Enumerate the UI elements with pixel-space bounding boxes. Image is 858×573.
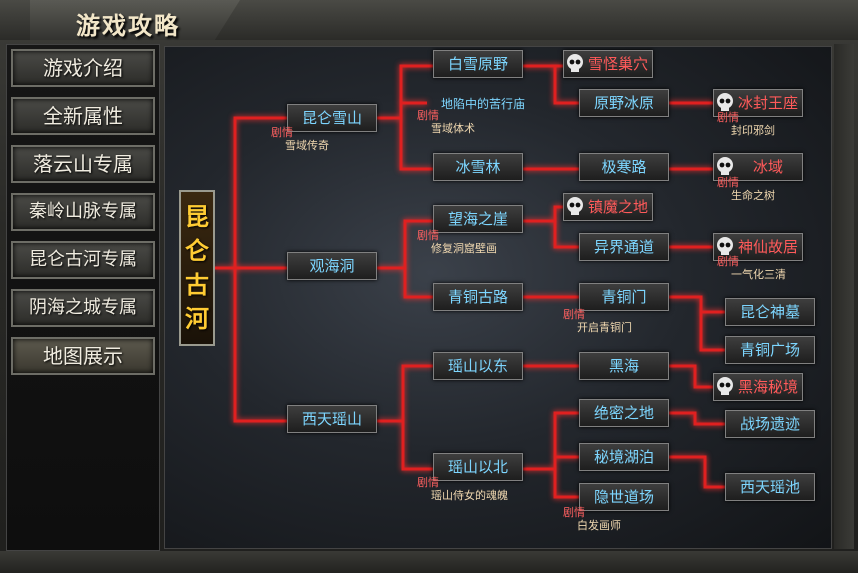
plot-tag: 剧情 xyxy=(271,126,293,139)
skull-icon xyxy=(717,377,733,395)
skull-icon xyxy=(717,93,733,111)
page-title: 游戏攻略 xyxy=(76,11,180,40)
sidebar: 游戏介绍 全新属性 落云山专属 秦岭山脉专属 昆仑古河专属 阴海之城专属 地图展… xyxy=(6,44,160,551)
skull-icon xyxy=(567,54,583,72)
node-baixue-yuanye[interactable]: 白雪原野 xyxy=(433,50,523,78)
node-yijie-tongdao[interactable]: 异界通道 xyxy=(579,233,669,261)
node-yinshi-daochang[interactable]: 隐世道场 xyxy=(579,483,669,511)
node-bingxue-lin[interactable]: 冰雪林 xyxy=(433,153,523,181)
node-dixian-kuxing[interactable]: 地陷中的苦行庙 xyxy=(427,91,539,119)
node-yaoshan-yidong[interactable]: 瑶山以东 xyxy=(433,352,523,380)
node-guanhai-dong[interactable]: 观海洞 xyxy=(287,252,377,280)
node-wanghai-ya[interactable]: 望海之崖 xyxy=(433,205,523,233)
skull-icon xyxy=(567,197,583,215)
node-yuanye-bingyuan[interactable]: 原野冰原 xyxy=(579,89,669,117)
sidebar-item-kunlun-river[interactable]: 昆仑古河专属 xyxy=(11,241,155,279)
sidebar-item-yinhai-city[interactable]: 阴海之城专属 xyxy=(11,289,155,327)
node-jihan-lu[interactable]: 极寒路 xyxy=(579,153,669,181)
sidebar-item-qinling-mountains[interactable]: 秦岭山脉专属 xyxy=(11,193,155,231)
sidebar-item-new-attributes[interactable]: 全新属性 xyxy=(11,97,155,135)
node-qingtong-guangchang[interactable]: 青铜广场 xyxy=(725,336,815,364)
node-yaoshan-yibei[interactable]: 瑶山以北 xyxy=(433,453,523,481)
node-hei-hai[interactable]: 黑海 xyxy=(579,352,669,380)
node-mijing-hubo[interactable]: 秘境湖泊 xyxy=(579,443,669,471)
node-qingtong-gulu[interactable]: 青铜古路 xyxy=(433,283,523,311)
map-tree-panel: 昆仑古河 昆仑雪山 观海洞 西天瑶山 剧情 雪域传奇 白雪原野 地陷中的苦行庙 剧… xyxy=(164,46,832,549)
sidebar-item-map-display[interactable]: 地图展示 xyxy=(11,337,155,375)
node-kunlun-xueshan[interactable]: 昆仑雪山 xyxy=(287,104,377,132)
sidebar-item-luoyun-mountain[interactable]: 落云山专属 xyxy=(11,145,155,183)
root-node[interactable]: 昆仑古河 xyxy=(179,190,215,346)
bottom-border xyxy=(0,551,858,573)
node-qingtong-men[interactable]: 青铜门 xyxy=(579,283,669,311)
node-zhanchang-yiji[interactable]: 战场遗迹 xyxy=(725,410,815,438)
node-xitian-yaoshan[interactable]: 西天瑶山 xyxy=(287,405,377,433)
skull-icon xyxy=(717,157,733,175)
sidebar-item-game-intro[interactable]: 游戏介绍 xyxy=(11,49,155,87)
node-juemi-zhidi[interactable]: 绝密之地 xyxy=(579,399,669,427)
right-border xyxy=(834,44,854,549)
skull-icon xyxy=(717,237,733,255)
node-kunlun-shenmu[interactable]: 昆仑神墓 xyxy=(725,298,815,326)
node-xitian-yaochi[interactable]: 西天瑶池 xyxy=(725,473,815,501)
